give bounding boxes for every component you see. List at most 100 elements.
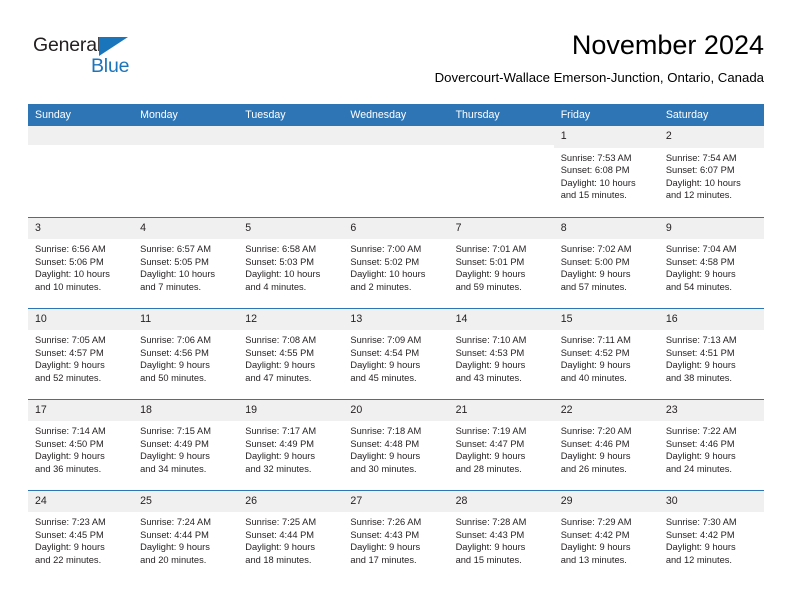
calendar-day-cell[interactable]: 4 Sunrise: 6:57 AM Sunset: 5:05 PM Daylight… [133, 216, 239, 308]
day-number: 13 [343, 308, 449, 331]
daylight-duration-line1: Daylight: 9 hours [665, 542, 736, 553]
sunrise-time: Sunrise: 6:57 AM [140, 244, 211, 255]
calendar-day-cell[interactable]: 28 Sunrise: 7:28 AM Sunset: 4:43 PM Dayligh… [448, 489, 554, 581]
daylight-duration-line1: Daylight: 10 hours [140, 269, 216, 280]
day-details: Sunrise: 7:09 AM Sunset: 4:54 PM Daylight:… [343, 330, 448, 384]
calendar-day-cell[interactable]: 22 Sunrise: 7:20 AM Sunset: 4:46 PM Dayligh… [553, 398, 659, 490]
calendar-day-cell[interactable]: 13 Sunrise: 7:09 AM Sunset: 4:54 PM Dayligh… [343, 307, 449, 399]
calendar-day-cell[interactable]: 23 Sunrise: 7:22 AM Sunset: 4:46 PM Dayligh… [658, 398, 764, 490]
sunset-time: Sunset: 5:06 PM [35, 256, 104, 267]
day-number: 6 [343, 217, 449, 240]
daylight-duration-line1: Daylight: 9 hours [560, 451, 631, 462]
calendar-day-cell[interactable]: 30 Sunrise: 7:30 AM Sunset: 4:42 PM Dayligh… [658, 489, 764, 581]
daylight-duration-line1: Daylight: 10 hours [245, 269, 321, 280]
calendar-day-cell[interactable]: 8 Sunrise: 7:02 AM Sunset: 5:00 PM Daylight… [553, 216, 659, 308]
calendar-day-cell[interactable]: 7 Sunrise: 7:01 AM Sunset: 5:01 PM Daylight… [448, 216, 554, 308]
day-details: Sunrise: 7:05 AM Sunset: 4:57 PM Daylight:… [28, 330, 133, 384]
sunset-time: Sunset: 4:58 PM [665, 256, 735, 267]
calendar-day-cell[interactable]: 2 Sunrise: 7:54 AM Sunset: 6:07 PM Daylight… [658, 126, 764, 217]
calendar-day-cell[interactable]: 1 Sunrise: 7:53 AM Sunset: 6:08 PM Daylight… [553, 126, 659, 217]
day-number: 27 [343, 490, 449, 513]
sunrise-time: Sunrise: 7:00 AM [350, 244, 422, 255]
weekday-header-monday: Monday [133, 104, 239, 126]
daylight-duration-line1: Daylight: 9 hours [245, 360, 316, 371]
day-number: 5 [238, 217, 344, 240]
calendar-day-cell[interactable]: 19 Sunrise: 7:17 AM Sunset: 4:49 PM Dayligh… [238, 398, 344, 490]
sunrise-time: Sunrise: 7:54 AM [665, 152, 737, 163]
sunrise-time: Sunrise: 7:24 AM [140, 517, 211, 528]
sunset-time: Sunset: 4:44 PM [245, 529, 315, 540]
day-details: Sunrise: 7:06 AM Sunset: 4:56 PM Daylight:… [133, 330, 238, 384]
sunset-time: Sunset: 4:43 PM [455, 529, 525, 540]
sunrise-time: Sunrise: 7:17 AM [245, 426, 317, 437]
calendar-day-cell[interactable]: 18 Sunrise: 7:15 AM Sunset: 4:49 PM Dayligh… [133, 398, 239, 490]
day-number: 1 [553, 126, 659, 148]
daylight-duration-line1: Daylight: 10 hours [665, 177, 741, 188]
daylight-duration-line2: and 28 minutes. [455, 463, 522, 474]
calendar-day-cell[interactable]: 16 Sunrise: 7:13 AM Sunset: 4:51 PM Dayligh… [658, 307, 764, 399]
day-number: 8 [553, 217, 659, 240]
calendar-day-cell[interactable]: 17 Sunrise: 7:14 AM Sunset: 4:50 PM Dayligh… [28, 398, 134, 490]
sunset-time: Sunset: 4:49 PM [245, 438, 315, 449]
daylight-duration-line2: and 57 minutes. [560, 281, 627, 292]
daylight-duration-line1: Daylight: 9 hours [245, 451, 316, 462]
sunset-time: Sunset: 4:52 PM [560, 347, 630, 358]
calendar-day-cell[interactable]: 27 Sunrise: 7:26 AM Sunset: 4:43 PM Dayligh… [343, 489, 449, 581]
daylight-duration-line2: and 59 minutes. [455, 281, 522, 292]
daylight-duration-line2: and 12 minutes. [665, 554, 732, 565]
calendar-day-cell[interactable]: 11 Sunrise: 7:06 AM Sunset: 4:56 PM Dayligh… [133, 307, 239, 399]
daylight-duration-line2: and 45 minutes. [350, 372, 417, 383]
day-details: Sunrise: 7:00 AM Sunset: 5:02 PM Daylight:… [343, 239, 448, 293]
sunrise-time: Sunrise: 6:58 AM [245, 244, 317, 255]
sunset-time: Sunset: 4:43 PM [350, 529, 420, 540]
calendar-day-cell[interactable]: 24 Sunrise: 7:23 AM Sunset: 4:45 PM Dayligh… [28, 489, 134, 581]
calendar-day-cell-empty [238, 126, 344, 217]
daylight-duration-line2: and 54 minutes. [665, 281, 732, 292]
day-details: Sunrise: 7:25 AM Sunset: 4:44 PM Daylight:… [238, 512, 343, 566]
sunset-time: Sunset: 4:42 PM [665, 529, 735, 540]
sunrise-time: Sunrise: 7:11 AM [560, 335, 631, 346]
day-details: Sunrise: 6:58 AM Sunset: 5:03 PM Daylight:… [238, 239, 343, 293]
calendar-day-cell[interactable]: 12 Sunrise: 7:08 AM Sunset: 4:55 PM Dayligh… [238, 307, 344, 399]
sunrise-time: Sunrise: 7:28 AM [455, 517, 527, 528]
calendar-day-cell[interactable]: 3 Sunrise: 6:56 AM Sunset: 5:06 PM Daylight… [28, 216, 134, 308]
daylight-duration-line2: and 13 minutes. [560, 554, 627, 565]
calendar-day-cell[interactable]: 14 Sunrise: 7:10 AM Sunset: 4:53 PM Dayligh… [448, 307, 554, 399]
sunrise-time: Sunrise: 7:01 AM [455, 244, 527, 255]
calendar-day-cell[interactable]: 9 Sunrise: 7:04 AM Sunset: 4:58 PM Daylight… [658, 216, 764, 308]
day-details: Sunrise: 7:20 AM Sunset: 4:46 PM Daylight:… [554, 421, 659, 475]
calendar-day-cell[interactable]: 5 Sunrise: 6:58 AM Sunset: 5:03 PM Daylight… [238, 216, 344, 308]
sunrise-time: Sunrise: 7:53 AM [560, 152, 632, 163]
calendar-day-cell[interactable]: 6 Sunrise: 7:00 AM Sunset: 5:02 PM Daylight… [343, 216, 449, 308]
weekday-header-sunday: Sunday [28, 104, 134, 126]
calendar-day-cell[interactable]: 10 Sunrise: 7:05 AM Sunset: 4:57 PM Dayligh… [28, 307, 134, 399]
page-header: General Blue November 2024 Dovercourt-Wa… [0, 0, 792, 104]
logo-triangle-icon [99, 37, 128, 56]
general-blue-logo: General Blue [33, 35, 183, 82]
day-number: 11 [133, 308, 239, 331]
calendar-day-cell[interactable]: 20 Sunrise: 7:18 AM Sunset: 4:48 PM Dayligh… [343, 398, 449, 490]
daylight-duration-line1: Daylight: 9 hours [35, 451, 105, 462]
calendar-day-cell[interactable]: 29 Sunrise: 7:29 AM Sunset: 4:42 PM Dayligh… [553, 489, 659, 581]
calendar-day-cell[interactable]: 26 Sunrise: 7:25 AM Sunset: 4:44 PM Dayligh… [238, 489, 344, 581]
sunrise-time: Sunrise: 7:15 AM [140, 426, 211, 437]
day-details: Sunrise: 6:56 AM Sunset: 5:06 PM Daylight:… [28, 239, 133, 293]
day-details: Sunrise: 6:57 AM Sunset: 5:05 PM Daylight:… [133, 239, 238, 293]
page-subtitle-location: Dovercourt-Wallace Emerson-Junction, Ont… [434, 70, 764, 86]
day-number: 18 [133, 399, 239, 422]
calendar-day-cell[interactable]: 21 Sunrise: 7:19 AM Sunset: 4:47 PM Dayligh… [448, 398, 554, 490]
calendar-day-cell[interactable]: 25 Sunrise: 7:24 AM Sunset: 4:44 PM Dayligh… [133, 489, 239, 581]
sunrise-time: Sunrise: 6:56 AM [35, 244, 106, 255]
day-details: Sunrise: 7:11 AM Sunset: 4:52 PM Daylight:… [554, 330, 659, 384]
daylight-duration-line1: Daylight: 9 hours [245, 542, 316, 553]
daylight-duration-line1: Daylight: 10 hours [350, 269, 426, 280]
calendar-day-cell[interactable]: 15 Sunrise: 7:11 AM Sunset: 4:52 PM Dayligh… [553, 307, 659, 399]
sunset-time: Sunset: 4:42 PM [560, 529, 630, 540]
daylight-duration-line1: Daylight: 9 hours [455, 269, 526, 280]
daylight-duration-line2: and 20 minutes. [140, 554, 207, 565]
calendar-header-row: Sunday Monday Tuesday Wednesday Thursday… [28, 104, 764, 126]
sunrise-time: Sunrise: 7:25 AM [245, 517, 317, 528]
daylight-duration-line2: and 2 minutes. [350, 281, 412, 292]
sunset-time: Sunset: 6:08 PM [560, 165, 630, 176]
daylight-duration-line2: and 36 minutes. [35, 463, 102, 474]
